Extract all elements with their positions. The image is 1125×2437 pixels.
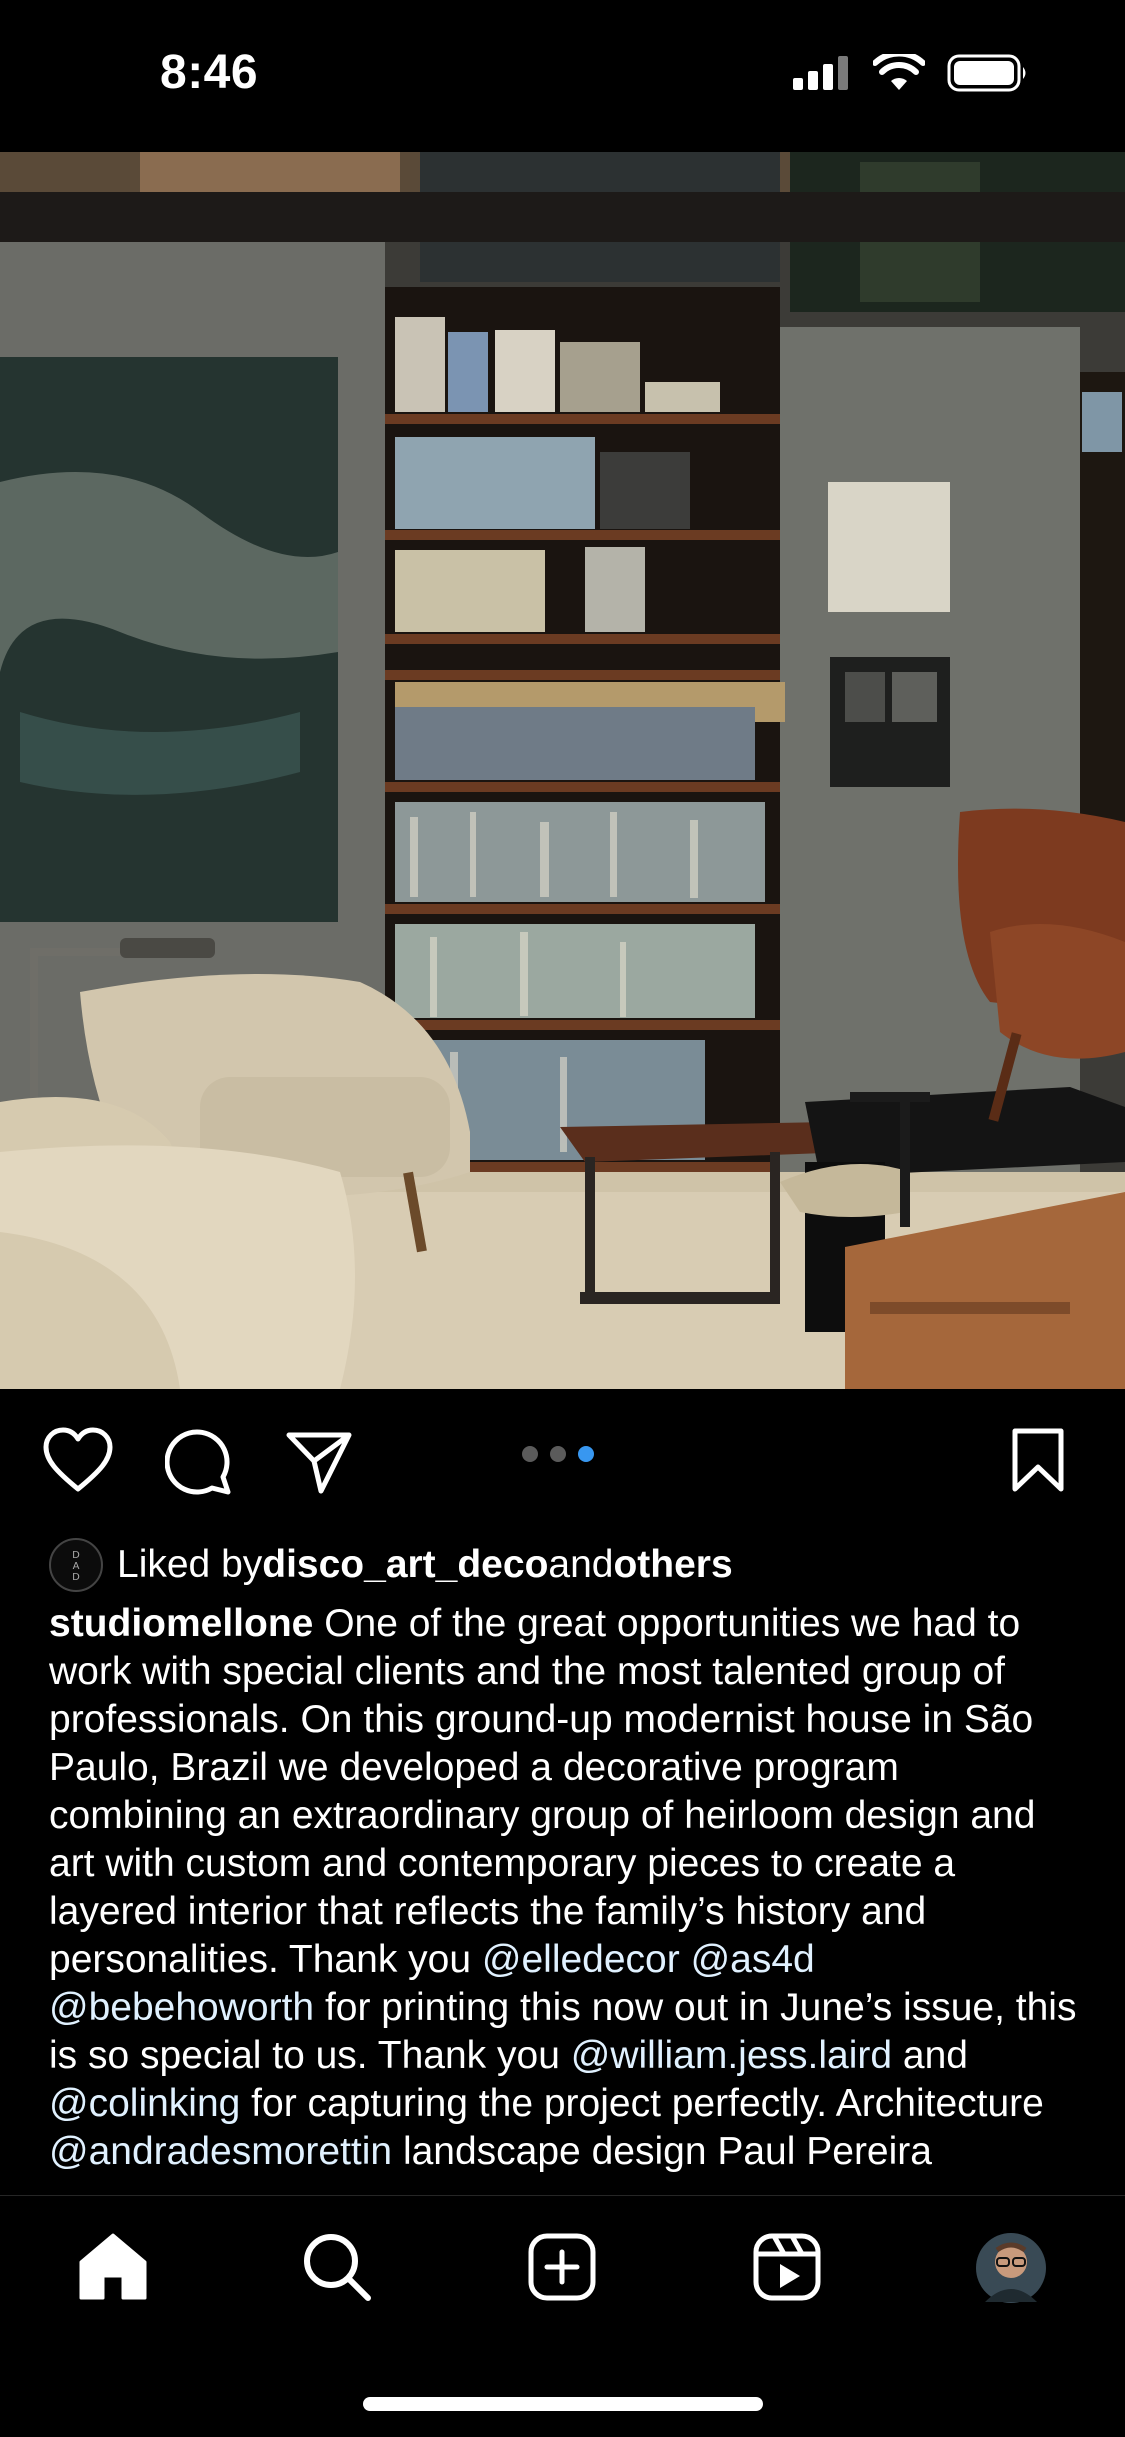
carousel-dot xyxy=(522,1446,538,1462)
svg-text:D: D xyxy=(72,1572,80,1583)
mention-link[interactable]: @colinking xyxy=(49,2082,240,2125)
status-bar: 8:46 xyxy=(0,0,1125,152)
liker-avatar[interactable]: D A D xyxy=(49,1538,103,1592)
reels-icon[interactable] xyxy=(752,2232,822,2302)
liked-by-middle: and xyxy=(548,1543,614,1586)
profile-avatar-image xyxy=(976,2233,1046,2303)
home-indicator xyxy=(363,2397,763,2411)
create-icon[interactable] xyxy=(527,2232,597,2302)
liked-by-prefix: Liked by xyxy=(117,1543,263,1586)
mention-link[interactable]: @as4d xyxy=(691,1938,815,1981)
post-caption: studiomellone One of the great opportuni… xyxy=(49,1600,1079,2194)
profile-avatar[interactable] xyxy=(975,2232,1047,2309)
svg-text:A: A xyxy=(73,1561,80,1572)
mention-link[interactable]: @william.jess.laird xyxy=(571,2034,892,2077)
post-image[interactable] xyxy=(0,152,1125,1389)
status-time: 8:46 xyxy=(160,46,259,99)
carousel-dot-active xyxy=(578,1446,594,1462)
liked-by-user[interactable]: disco_art_deco xyxy=(262,1543,548,1587)
liked-by[interactable]: D A D Liked by disco_art_deco and others xyxy=(49,1537,733,1593)
carousel-indicator xyxy=(522,1446,594,1462)
heart-icon[interactable] xyxy=(42,1427,114,1493)
interior-photo xyxy=(0,152,1125,1389)
home-icon[interactable] xyxy=(78,2232,148,2300)
cellular-signal-icon xyxy=(793,56,848,90)
svg-text:D: D xyxy=(72,1550,80,1561)
status-icons xyxy=(793,54,1029,92)
avatar-letters: D A D xyxy=(72,1550,80,1583)
wifi-icon xyxy=(873,54,925,90)
share-icon[interactable] xyxy=(285,1427,353,1495)
caption-text: landscape design Paul Pereira xyxy=(392,2130,932,2173)
mention-link[interactable]: @elledecor xyxy=(482,1938,680,1981)
comment-icon[interactable] xyxy=(165,1427,233,1495)
caption-text: and xyxy=(892,2034,968,2077)
carousel-dot xyxy=(550,1446,566,1462)
bookmark-icon[interactable] xyxy=(1010,1427,1066,1493)
liked-by-others[interactable]: others xyxy=(613,1543,732,1587)
search-icon[interactable] xyxy=(302,2232,372,2302)
caption-text xyxy=(680,1938,691,1981)
caption-text: for capturing the project perfectly. Arc… xyxy=(240,2082,1044,2125)
battery-icon xyxy=(947,54,1026,92)
caption-username[interactable]: studiomellone xyxy=(49,1602,313,1645)
caption-text: One of the great opportunities we had to… xyxy=(49,1602,1036,1981)
mention-link[interactable]: @andradesmorettin xyxy=(49,2130,392,2173)
mention-link[interactable]: @bebehoworth xyxy=(49,1986,314,2029)
